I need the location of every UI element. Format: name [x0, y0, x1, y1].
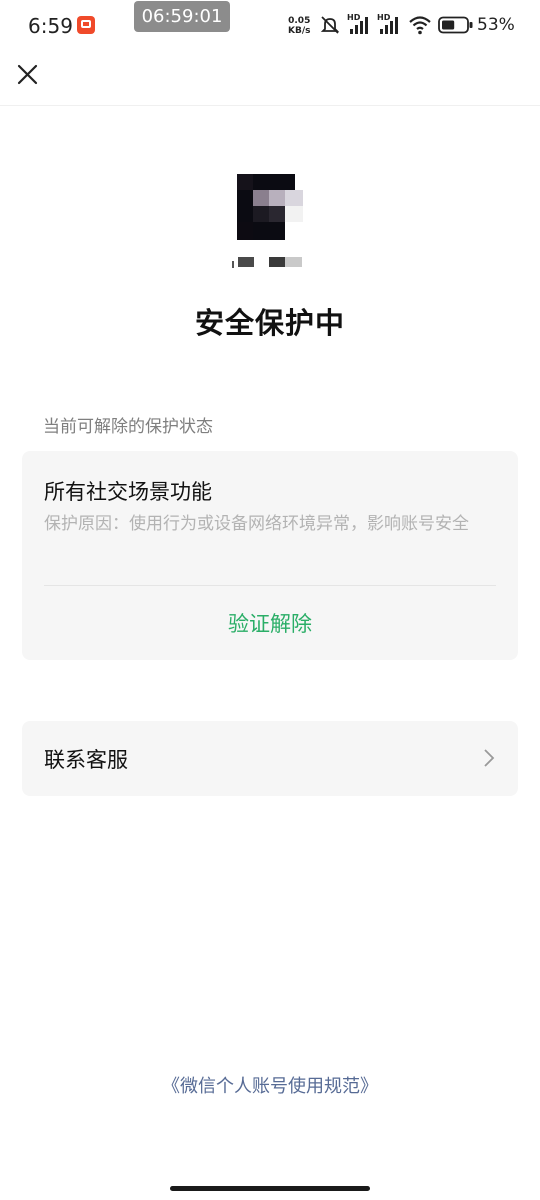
cell-signal-icon	[350, 17, 368, 34]
network-speed: 0.05 KB/s	[288, 16, 310, 36]
contact-support-label: 联系客服	[44, 748, 128, 772]
screen-recording-timer: 06:59:01	[134, 1, 230, 32]
usage-policy-link[interactable]: 《微信个人账号使用规范》	[0, 1072, 540, 1098]
avatar	[237, 174, 303, 240]
battery-icon	[438, 16, 473, 34]
status-bar: 6:59 06:59:01 0.05 KB/s HD HD 53%	[0, 0, 540, 52]
home-indicator[interactable]	[170, 1186, 370, 1191]
app-notification-icon	[77, 16, 95, 34]
section-label: 当前可解除的保护状态	[43, 417, 213, 437]
protection-reason: 保护原因：使用行为或设备网络环境异常，影响账号安全	[44, 514, 469, 534]
protection-status-card: 所有社交场景功能 保护原因：使用行为或设备网络环境异常，影响账号安全 验证解除	[22, 451, 518, 660]
network-speed-unit: KB/s	[288, 26, 311, 36]
nickname-obscured	[232, 257, 302, 268]
chevron-right-icon	[484, 749, 495, 767]
battery-percentage: 53%	[477, 15, 515, 35]
cell-signal-icon	[380, 17, 398, 34]
protection-card-title: 所有社交场景功能	[44, 480, 212, 504]
page-title: 安全保护中	[194, 306, 345, 340]
wifi-icon	[409, 16, 431, 35]
contact-support-item[interactable]: 联系客服	[22, 721, 518, 796]
network-speed-value: 0.05	[288, 16, 311, 26]
mute-bell-icon	[320, 16, 340, 34]
nav-bar	[0, 52, 540, 106]
card-divider	[44, 585, 496, 586]
close-icon[interactable]	[12, 58, 44, 90]
verify-unlock-button[interactable]: 验证解除	[22, 608, 518, 638]
status-time: 6:59	[28, 14, 73, 38]
